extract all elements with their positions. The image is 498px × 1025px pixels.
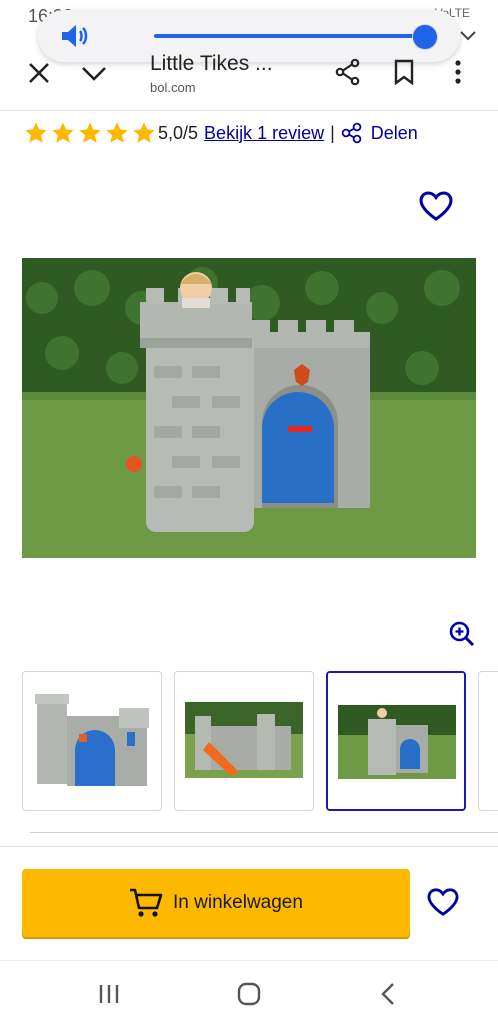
thumbnail-image [328,673,464,809]
page-domain: bol.com [150,80,196,95]
home-icon[interactable] [236,981,262,1007]
rating-row: 5,0/5 Bekijk 1 review | Delen [24,120,418,146]
star-icon [52,122,74,143]
rating-separator: | [330,122,335,143]
review-link[interactable]: Bekijk 1 review [204,123,324,144]
recent-apps-icon[interactable] [97,983,121,1005]
star-icon [79,122,101,143]
action-bar: In winkelwagen [0,846,498,959]
star-icon [133,122,155,143]
close-icon[interactable] [26,60,52,86]
thumbnail[interactable] [478,671,498,811]
page-title: Little Tikes ... [150,52,273,75]
share-icon[interactable] [334,58,362,86]
chevron-down-icon[interactable] [458,26,478,46]
add-to-cart-button[interactable]: In winkelwagen [22,869,410,937]
chevron-down-icon[interactable] [80,60,108,86]
add-to-cart-label: In winkelwagen [173,892,303,913]
thumbnail-image [23,672,161,810]
cart-icon [130,888,163,917]
thumbnail[interactable] [22,671,162,811]
volume-slider-track[interactable] [154,34,426,38]
thumbnail-selected[interactable] [326,671,466,811]
rating-score: 5,0/5 [158,122,199,143]
system-nav-bar [0,960,498,1025]
product-image[interactable] [22,258,476,558]
thumbnail[interactable] [174,671,314,811]
browser-toolbar: Little Tikes ... bol.com [0,46,498,111]
star-rating [24,121,156,145]
star-icon [106,122,128,143]
share-link[interactable]: Delen [371,123,418,144]
thumbnail-image [175,672,313,810]
star-icon [25,122,47,143]
divider [30,832,498,833]
more-vert-icon[interactable] [452,58,464,86]
heart-icon[interactable] [426,887,460,917]
zoom-in-icon[interactable] [448,620,476,648]
back-icon[interactable] [380,981,396,1007]
heart-icon[interactable] [418,190,454,222]
share-icon[interactable] [341,122,363,144]
bookmark-icon[interactable] [392,58,416,86]
image-thumbnails [22,671,498,811]
